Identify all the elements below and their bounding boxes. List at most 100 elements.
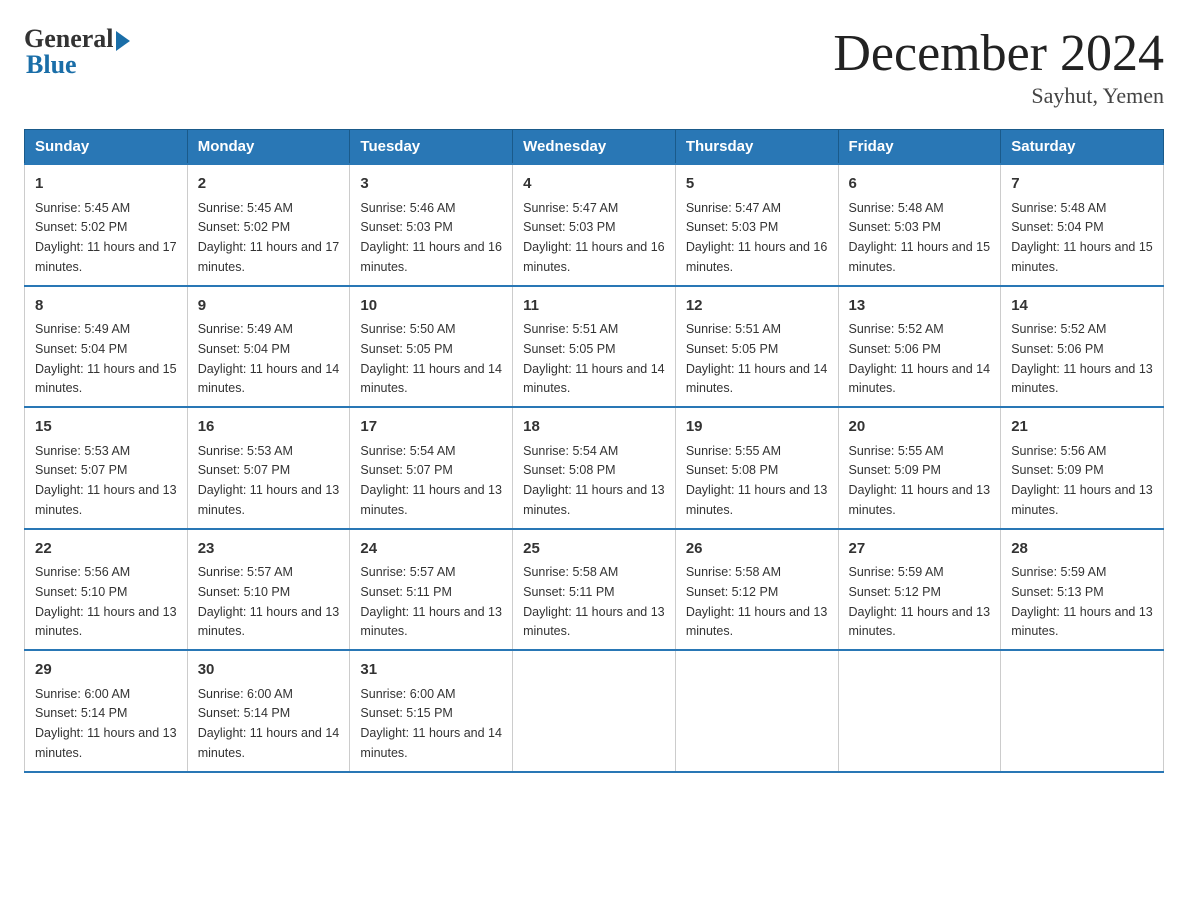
day-number: 15	[35, 416, 177, 439]
calendar-week-row: 29 Sunrise: 6:00 AM Sunset: 5:14 PM Dayl…	[25, 650, 1164, 772]
day-sunrise: Sunrise: 5:53 AM	[198, 444, 293, 458]
day-daylight: Daylight: 11 hours and 15 minutes.	[1011, 240, 1153, 274]
day-number: 17	[360, 416, 502, 439]
day-daylight: Daylight: 11 hours and 17 minutes.	[35, 240, 177, 274]
day-number: 28	[1011, 538, 1153, 561]
header-wednesday: Wednesday	[513, 130, 676, 165]
calendar-day-cell: 10 Sunrise: 5:50 AM Sunset: 5:05 PM Dayl…	[350, 286, 513, 408]
day-sunset: Sunset: 5:11 PM	[523, 585, 615, 599]
day-daylight: Daylight: 11 hours and 14 minutes.	[198, 726, 340, 760]
day-number: 31	[360, 659, 502, 682]
day-sunset: Sunset: 5:10 PM	[198, 585, 290, 599]
day-sunset: Sunset: 5:03 PM	[523, 220, 615, 234]
calendar-day-cell: 18 Sunrise: 5:54 AM Sunset: 5:08 PM Dayl…	[513, 407, 676, 529]
day-daylight: Daylight: 11 hours and 13 minutes.	[35, 483, 177, 517]
day-daylight: Daylight: 11 hours and 13 minutes.	[849, 605, 991, 639]
day-number: 23	[198, 538, 340, 561]
calendar-week-row: 15 Sunrise: 5:53 AM Sunset: 5:07 PM Dayl…	[25, 407, 1164, 529]
day-number: 30	[198, 659, 340, 682]
calendar-day-cell	[675, 650, 838, 772]
day-daylight: Daylight: 11 hours and 16 minutes.	[360, 240, 502, 274]
day-daylight: Daylight: 11 hours and 13 minutes.	[1011, 483, 1153, 517]
calendar-day-cell: 17 Sunrise: 5:54 AM Sunset: 5:07 PM Dayl…	[350, 407, 513, 529]
day-sunset: Sunset: 5:09 PM	[1011, 463, 1103, 477]
day-sunrise: Sunrise: 5:59 AM	[849, 565, 944, 579]
day-number: 11	[523, 295, 665, 318]
day-sunrise: Sunrise: 5:56 AM	[1011, 444, 1106, 458]
day-sunset: Sunset: 5:10 PM	[35, 585, 127, 599]
day-sunset: Sunset: 5:05 PM	[360, 342, 452, 356]
day-daylight: Daylight: 11 hours and 13 minutes.	[523, 483, 665, 517]
logo-blue-text: Blue	[24, 50, 77, 80]
day-sunrise: Sunrise: 6:00 AM	[35, 687, 130, 701]
day-sunset: Sunset: 5:07 PM	[198, 463, 290, 477]
day-number: 7	[1011, 173, 1153, 196]
month-title: December 2024	[833, 24, 1164, 83]
header-friday: Friday	[838, 130, 1001, 165]
day-daylight: Daylight: 11 hours and 13 minutes.	[1011, 605, 1153, 639]
day-sunrise: Sunrise: 6:00 AM	[360, 687, 455, 701]
day-sunrise: Sunrise: 5:52 AM	[1011, 322, 1106, 336]
calendar-day-cell	[1001, 650, 1164, 772]
day-sunrise: Sunrise: 5:57 AM	[198, 565, 293, 579]
day-number: 16	[198, 416, 340, 439]
day-number: 19	[686, 416, 828, 439]
weekday-header-row: Sunday Monday Tuesday Wednesday Thursday…	[25, 130, 1164, 165]
day-sunset: Sunset: 5:14 PM	[35, 706, 127, 720]
calendar-day-cell: 22 Sunrise: 5:56 AM Sunset: 5:10 PM Dayl…	[25, 529, 188, 651]
calendar-day-cell: 14 Sunrise: 5:52 AM Sunset: 5:06 PM Dayl…	[1001, 286, 1164, 408]
day-number: 1	[35, 173, 177, 196]
day-sunrise: Sunrise: 5:47 AM	[686, 201, 781, 215]
header-saturday: Saturday	[1001, 130, 1164, 165]
day-number: 5	[686, 173, 828, 196]
header-tuesday: Tuesday	[350, 130, 513, 165]
calendar-day-cell: 12 Sunrise: 5:51 AM Sunset: 5:05 PM Dayl…	[675, 286, 838, 408]
calendar-day-cell: 21 Sunrise: 5:56 AM Sunset: 5:09 PM Dayl…	[1001, 407, 1164, 529]
day-sunrise: Sunrise: 5:53 AM	[35, 444, 130, 458]
day-sunset: Sunset: 5:02 PM	[35, 220, 127, 234]
title-section: December 2024 Sayhut, Yemen	[833, 24, 1164, 109]
day-sunrise: Sunrise: 5:51 AM	[686, 322, 781, 336]
day-daylight: Daylight: 11 hours and 13 minutes.	[35, 726, 177, 760]
calendar-day-cell: 20 Sunrise: 5:55 AM Sunset: 5:09 PM Dayl…	[838, 407, 1001, 529]
day-sunset: Sunset: 5:02 PM	[198, 220, 290, 234]
day-daylight: Daylight: 11 hours and 13 minutes.	[198, 605, 340, 639]
calendar-day-cell: 25 Sunrise: 5:58 AM Sunset: 5:11 PM Dayl…	[513, 529, 676, 651]
calendar-day-cell	[513, 650, 676, 772]
day-sunrise: Sunrise: 5:51 AM	[523, 322, 618, 336]
day-sunrise: Sunrise: 6:00 AM	[198, 687, 293, 701]
day-number: 6	[849, 173, 991, 196]
day-sunrise: Sunrise: 5:58 AM	[523, 565, 618, 579]
calendar-day-cell	[838, 650, 1001, 772]
calendar-day-cell: 19 Sunrise: 5:55 AM Sunset: 5:08 PM Dayl…	[675, 407, 838, 529]
day-number: 12	[686, 295, 828, 318]
day-number: 29	[35, 659, 177, 682]
day-number: 3	[360, 173, 502, 196]
day-daylight: Daylight: 11 hours and 14 minutes.	[198, 362, 340, 396]
day-sunrise: Sunrise: 5:55 AM	[686, 444, 781, 458]
header-thursday: Thursday	[675, 130, 838, 165]
day-sunrise: Sunrise: 5:47 AM	[523, 201, 618, 215]
day-sunrise: Sunrise: 5:46 AM	[360, 201, 455, 215]
calendar-day-cell: 6 Sunrise: 5:48 AM Sunset: 5:03 PM Dayli…	[838, 164, 1001, 286]
day-number: 27	[849, 538, 991, 561]
calendar-day-cell: 31 Sunrise: 6:00 AM Sunset: 5:15 PM Dayl…	[350, 650, 513, 772]
calendar-header: Sunday Monday Tuesday Wednesday Thursday…	[25, 130, 1164, 165]
day-daylight: Daylight: 11 hours and 16 minutes.	[686, 240, 828, 274]
calendar-day-cell: 7 Sunrise: 5:48 AM Sunset: 5:04 PM Dayli…	[1001, 164, 1164, 286]
day-number: 21	[1011, 416, 1153, 439]
day-daylight: Daylight: 11 hours and 13 minutes.	[360, 483, 502, 517]
day-daylight: Daylight: 11 hours and 15 minutes.	[35, 362, 177, 396]
day-sunrise: Sunrise: 5:50 AM	[360, 322, 455, 336]
day-sunrise: Sunrise: 5:54 AM	[360, 444, 455, 458]
calendar-day-cell: 23 Sunrise: 5:57 AM Sunset: 5:10 PM Dayl…	[187, 529, 350, 651]
day-daylight: Daylight: 11 hours and 13 minutes.	[35, 605, 177, 639]
day-sunrise: Sunrise: 5:52 AM	[849, 322, 944, 336]
day-number: 8	[35, 295, 177, 318]
day-number: 2	[198, 173, 340, 196]
calendar-day-cell: 1 Sunrise: 5:45 AM Sunset: 5:02 PM Dayli…	[25, 164, 188, 286]
day-number: 13	[849, 295, 991, 318]
header-monday: Monday	[187, 130, 350, 165]
day-number: 25	[523, 538, 665, 561]
calendar-day-cell: 9 Sunrise: 5:49 AM Sunset: 5:04 PM Dayli…	[187, 286, 350, 408]
